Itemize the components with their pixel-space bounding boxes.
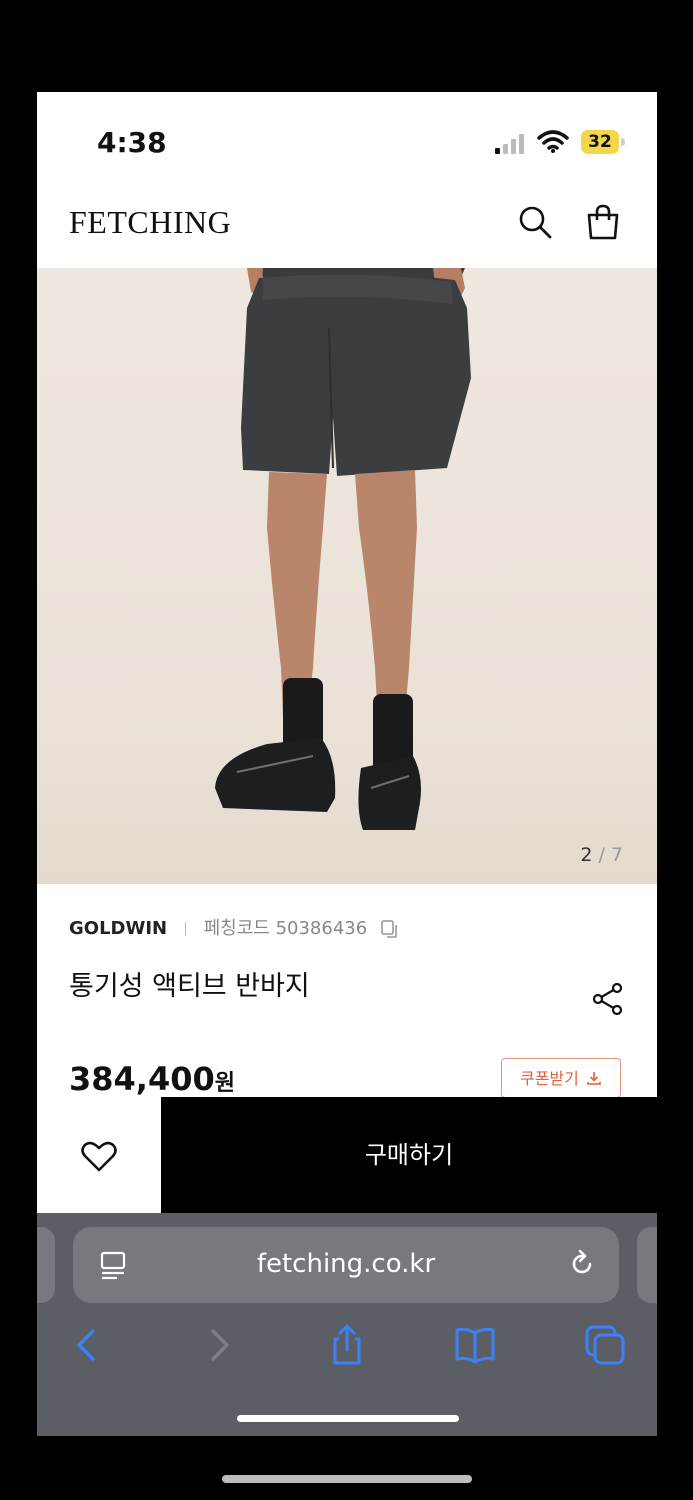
share-sheet-icon[interactable] (325, 1323, 369, 1367)
share-icon[interactable] (591, 982, 625, 1016)
brand-divider (184, 922, 186, 936)
forward-icon[interactable] (197, 1323, 241, 1367)
reload-icon[interactable] (567, 1249, 597, 1279)
search-icon[interactable] (515, 202, 555, 242)
product-image[interactable]: 2 / 7 (37, 268, 657, 884)
next-tab-peek[interactable] (637, 1227, 657, 1303)
brand-name[interactable]: GOLDWIN (69, 918, 167, 939)
heart-icon (81, 1141, 117, 1172)
download-icon (587, 1072, 601, 1085)
phone-screen: 4:38 32 FETCHING 2 / 7 GOLDWIN 페칭코드 5038… (37, 92, 657, 1436)
wifi-icon (537, 130, 569, 153)
product-photo (37, 268, 657, 884)
product-price: 384,400원 (69, 1060, 235, 1098)
copy-icon[interactable] (381, 920, 399, 938)
previous-tab-peek[interactable] (37, 1227, 55, 1303)
image-counter-current: 2 (580, 844, 593, 866)
signal-icon (495, 134, 524, 154)
address-bar[interactable]: fetching.co.kr (73, 1227, 619, 1303)
battery-tip (621, 138, 625, 146)
browser-nav-row (37, 1323, 657, 1373)
status-icons: 32 (485, 130, 625, 154)
home-indicator[interactable] (237, 1415, 459, 1422)
shopping-bag-icon[interactable] (583, 202, 623, 242)
outer-home-indicator (222, 1475, 472, 1483)
image-counter: 2 / 7 (580, 844, 623, 866)
coupon-download-button[interactable]: 쿠폰받기 (501, 1058, 621, 1098)
tabs-icon[interactable] (583, 1323, 627, 1367)
url-text: fetching.co.kr (256, 1249, 436, 1279)
image-counter-total: 7 (610, 844, 623, 866)
product-code: 50386436 (275, 918, 368, 939)
buy-button[interactable]: 구매하기 (161, 1097, 657, 1213)
purchase-action-bar: 구매하기 (37, 1097, 657, 1213)
price-currency: 원 (214, 1071, 235, 1096)
product-code-label: 페칭코드 (203, 918, 270, 939)
wishlist-button[interactable] (37, 1097, 161, 1213)
status-time: 4:38 (97, 126, 167, 159)
image-counter-separator: / (598, 844, 605, 866)
product-name: 통기성 액티브 반바지 (69, 971, 310, 1002)
status-bar: 4:38 32 (37, 92, 657, 192)
brand-row: GOLDWIN 페칭코드 50386436 (69, 914, 629, 940)
bookmarks-icon[interactable] (453, 1323, 497, 1367)
site-header: FETCHING (37, 192, 657, 268)
browser-toolbar: fetching.co.kr (37, 1213, 657, 1436)
fetching-logo[interactable]: FETCHING (69, 204, 231, 241)
back-icon[interactable] (65, 1323, 109, 1367)
coupon-label: 쿠폰받기 (520, 1069, 579, 1088)
price-amount: 384,400 (69, 1060, 215, 1098)
battery-level: 32 (581, 130, 619, 154)
battery-icon: 32 (581, 130, 625, 154)
